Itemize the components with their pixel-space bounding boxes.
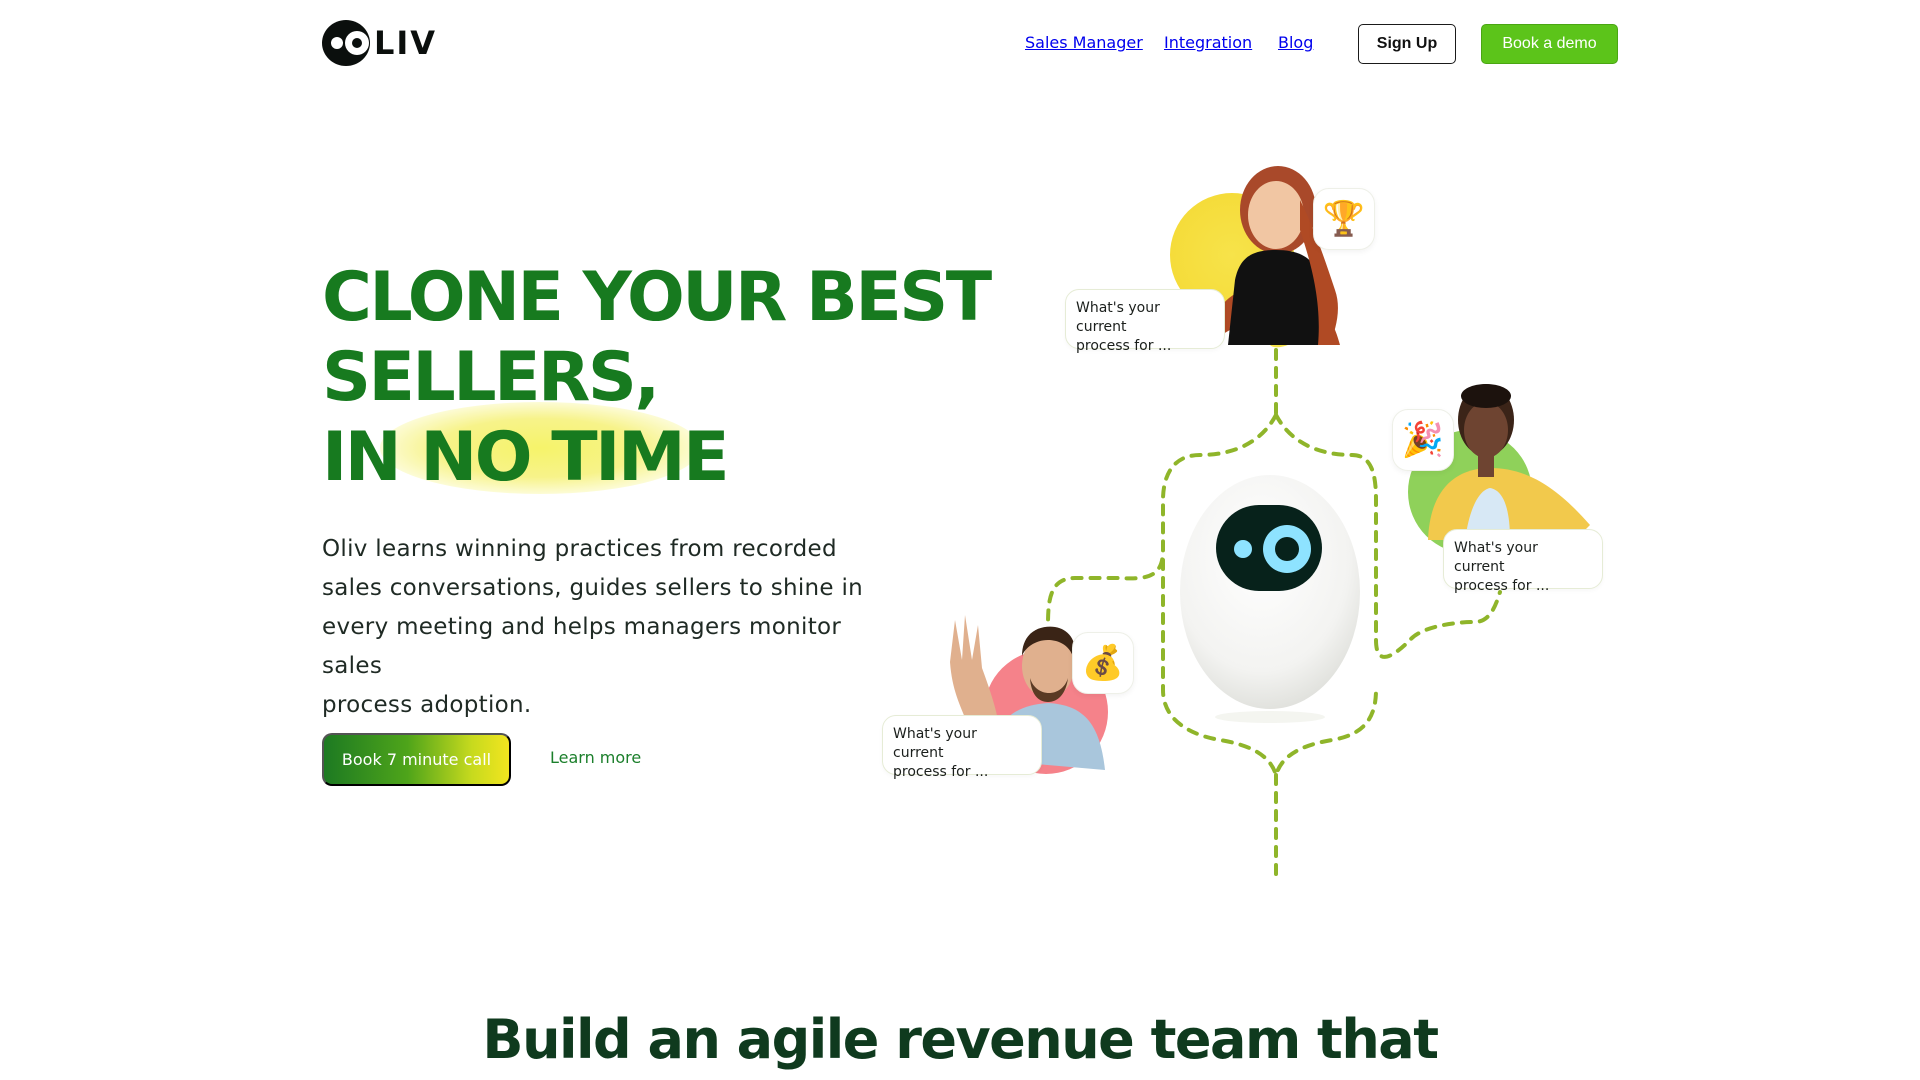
party-popper-icon: 🎉 xyxy=(1392,409,1454,471)
bubble-text-line: process for ... xyxy=(1076,338,1172,354)
bubble-text-line: What's your current xyxy=(1076,300,1160,335)
bubble-text-line: process for ... xyxy=(893,764,989,780)
money-bag-icon: 💰 xyxy=(1072,632,1134,694)
bubble-text-line: What's your current xyxy=(893,726,977,761)
chat-bubble-left: What's your current process for ... xyxy=(882,715,1042,780)
hero-illustration: 🏆 🎉 💰 What's your current process for ..… xyxy=(0,0,1920,1080)
bubble-text-line: What's your current xyxy=(1454,540,1538,575)
section-heading: Build an agile revenue team that xyxy=(482,1008,1439,1071)
illustration-svg xyxy=(950,166,1590,882)
chat-bubble-top: What's your current process for ... xyxy=(1065,289,1225,354)
bubble-text-line: process for ... xyxy=(1454,578,1550,594)
trophy-icon: 🏆 xyxy=(1313,188,1375,250)
chat-bubble-right: What's your current process for ... xyxy=(1443,529,1603,594)
